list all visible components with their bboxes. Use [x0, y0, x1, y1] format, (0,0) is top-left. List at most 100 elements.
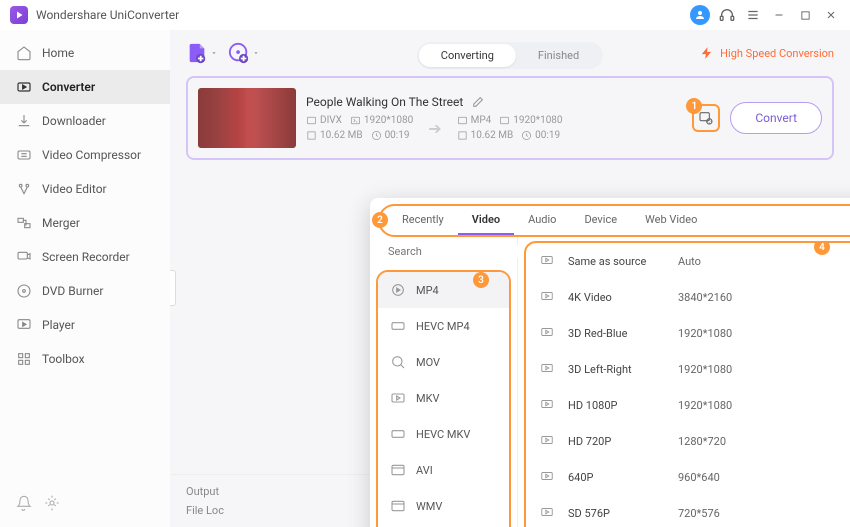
sidebar-item-label: Merger	[42, 216, 80, 230]
sidebar-item-label: Home	[42, 46, 74, 60]
resolution-item[interactable]: 3D Red-Blue1920*1080	[526, 315, 850, 351]
resolution-item[interactable]: Same as sourceAuto	[526, 243, 850, 279]
tab-converting[interactable]: Converting	[419, 44, 516, 67]
edit-title-icon[interactable]	[471, 96, 484, 109]
preset-icon	[540, 469, 556, 485]
segment-control: Converting Finished	[417, 42, 603, 69]
menu-icon[interactable]	[744, 6, 762, 24]
format-tabs: 2 Recently Video Audio Device Web Video	[378, 204, 850, 237]
download-icon	[16, 113, 32, 129]
video-title: People Walking On The Street	[306, 95, 463, 109]
settings-icon[interactable]	[44, 495, 60, 511]
editor-icon	[16, 181, 32, 197]
headset-icon[interactable]	[718, 6, 736, 24]
sidebar-collapse[interactable]: ‹	[170, 270, 176, 306]
sidebar: Home Converter Downloader Video Compress…	[0, 30, 170, 527]
sidebar-item-dvd[interactable]: DVD Burner	[0, 274, 170, 308]
sidebar-item-editor[interactable]: Video Editor	[0, 172, 170, 206]
sidebar-item-recorder[interactable]: Screen Recorder	[0, 240, 170, 274]
maximize-button[interactable]	[796, 6, 814, 24]
lightning-icon	[700, 46, 714, 60]
high-speed-toggle[interactable]: High Speed Conversion	[700, 46, 834, 60]
preset-icon	[540, 289, 556, 305]
sidebar-item-home[interactable]: Home	[0, 36, 170, 70]
sidebar-item-label: Screen Recorder	[42, 250, 130, 264]
minimize-button[interactable]	[770, 6, 788, 24]
video-info: People Walking On The Street DIVX 1920*1…	[306, 95, 682, 141]
format-item-mkv[interactable]: MKV	[378, 380, 509, 416]
resolution-item[interactable]: 3D Left-Right1920*1080	[526, 351, 850, 387]
resolution-icon	[350, 115, 361, 126]
resolution-list: 4 Same as sourceAuto 4K Video3840*2160 3…	[524, 241, 850, 527]
chevron-down-icon	[252, 49, 260, 57]
hevc-mkv-icon	[390, 426, 406, 442]
resolution-item[interactable]: 640P960*640	[526, 459, 850, 495]
format-item-wmv[interactable]: WMV	[378, 488, 509, 524]
format-popup: 2 Recently Video Audio Device Web Video …	[370, 198, 850, 527]
convert-button[interactable]: Convert	[730, 102, 822, 134]
output-settings-icon	[698, 110, 714, 126]
preset-icon	[540, 361, 556, 377]
sidebar-item-label: Player	[42, 318, 75, 332]
user-avatar[interactable]	[690, 5, 710, 25]
search-row	[370, 237, 517, 266]
tab-recently[interactable]: Recently	[388, 206, 458, 235]
format-icon	[457, 115, 468, 126]
sidebar-item-compressor[interactable]: Video Compressor	[0, 138, 170, 172]
tab-video[interactable]: Video	[458, 206, 514, 235]
resolution-item[interactable]: SD 576P720*576	[526, 495, 850, 527]
format-item-mp4[interactable]: MP4	[378, 272, 509, 308]
sidebar-item-toolbox[interactable]: Toolbox	[0, 342, 170, 376]
chevron-down-icon	[210, 49, 218, 57]
high-speed-label: High Speed Conversion	[720, 47, 834, 60]
format-item-hevc-mkv[interactable]: HEVC MKV	[378, 416, 509, 452]
mkv-icon	[390, 390, 406, 406]
add-file-button[interactable]	[186, 42, 218, 64]
resolution-item[interactable]: HD 1080P1920*1080	[526, 387, 850, 423]
size-icon	[306, 130, 317, 141]
sidebar-item-label: Video Compressor	[42, 148, 141, 162]
sidebar-item-merger[interactable]: Merger	[0, 206, 170, 240]
resolution-icon	[499, 115, 510, 126]
preset-icon	[540, 397, 556, 413]
tab-audio[interactable]: Audio	[514, 206, 570, 235]
tab-device[interactable]: Device	[570, 206, 631, 235]
add-dvd-icon	[228, 42, 250, 64]
resolution-item[interactable]: HD 720P1280*720	[526, 423, 850, 459]
preset-icon	[540, 325, 556, 341]
close-button[interactable]	[822, 6, 840, 24]
resolution-item[interactable]: 4K Video3840*2160	[526, 279, 850, 315]
player-icon	[16, 317, 32, 333]
sidebar-item-label: Converter	[42, 80, 95, 94]
video-thumbnail[interactable]	[198, 88, 296, 148]
titlebar: Wondershare UniConverter	[0, 0, 850, 30]
add-file-icon	[186, 42, 208, 64]
tab-web-video[interactable]: Web Video	[631, 206, 711, 235]
output-settings-button[interactable]: 1	[692, 104, 720, 132]
format-item-avi[interactable]: AVI	[378, 452, 509, 488]
format-list: 3 MP4 HEVC MP4 MOV MKV HEVC MKV AVI WMV	[376, 270, 511, 527]
converter-icon	[16, 79, 32, 95]
sidebar-item-label: Toolbox	[42, 352, 85, 366]
wmv-icon	[390, 498, 406, 514]
duration-icon	[371, 130, 382, 141]
sidebar-bottom	[0, 485, 170, 521]
preset-icon	[540, 253, 556, 269]
format-item-mov[interactable]: MOV	[378, 344, 509, 380]
duration-icon	[521, 130, 532, 141]
tab-finished[interactable]: Finished	[516, 44, 601, 67]
format-search-input[interactable]	[388, 245, 528, 258]
sidebar-item-converter[interactable]: Converter	[0, 70, 170, 104]
main-panel: ‹ Converting Finished High Speed Convers…	[170, 30, 850, 527]
size-icon	[457, 130, 468, 141]
dvd-icon	[16, 283, 32, 299]
format-item-hevc-mp4[interactable]: HEVC MP4	[378, 308, 509, 344]
mp4-icon	[390, 282, 406, 298]
add-dvd-button[interactable]	[228, 42, 260, 64]
preset-icon	[540, 505, 556, 521]
avi-icon	[390, 462, 406, 478]
notification-icon[interactable]	[16, 495, 32, 511]
sidebar-item-downloader[interactable]: Downloader	[0, 104, 170, 138]
sidebar-item-player[interactable]: Player	[0, 308, 170, 342]
home-icon	[16, 45, 32, 61]
